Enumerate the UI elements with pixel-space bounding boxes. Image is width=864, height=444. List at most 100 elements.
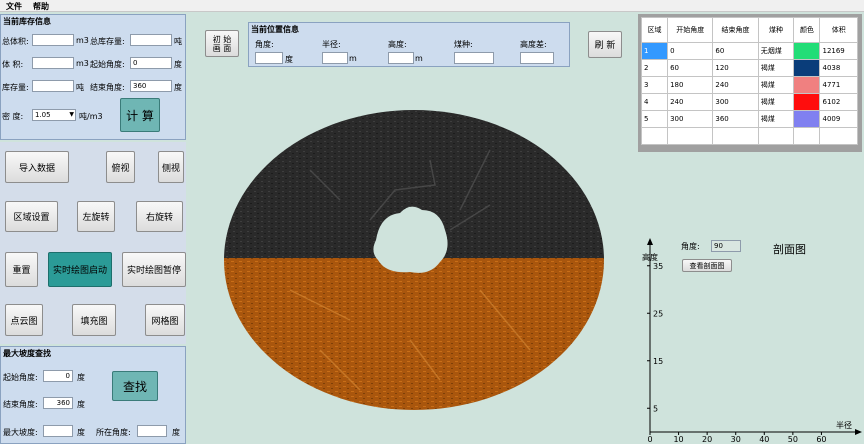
slope-end-unit: 度 bbox=[77, 400, 85, 409]
position-angle-label: 角度: bbox=[255, 40, 274, 49]
start-angle-field[interactable]: 0 bbox=[130, 57, 172, 69]
table-cell-empty bbox=[819, 127, 858, 145]
rotate-left-button[interactable]: 左旋转 bbox=[77, 201, 115, 232]
menu-file[interactable]: 文件 bbox=[6, 1, 22, 12]
y-axis-arrow-icon bbox=[647, 238, 653, 245]
table-cell-start: 240 bbox=[667, 93, 714, 111]
table-cell-coal: 褐煤 bbox=[757, 76, 795, 94]
table-cell-color bbox=[793, 42, 821, 60]
end-angle-field[interactable]: 360 bbox=[130, 80, 172, 92]
calculate-button[interactable]: 计 算 bbox=[120, 98, 160, 132]
chevron-down-icon: ▼ bbox=[69, 111, 74, 118]
menu-help[interactable]: 帮助 bbox=[33, 1, 49, 12]
region-settings-button[interactable]: 区域设置 bbox=[5, 201, 58, 232]
position-height-label: 高度: bbox=[388, 40, 407, 49]
position-angle-unit: 度 bbox=[285, 55, 293, 64]
height-diff-field[interactable] bbox=[520, 52, 554, 64]
table-row[interactable]: 1 0 60 无烟煤 12169 bbox=[640, 42, 858, 60]
position-height-field[interactable] bbox=[388, 52, 414, 64]
table-cell-id: 4 bbox=[640, 93, 669, 111]
table-cell-empty bbox=[667, 127, 714, 145]
max-slope-unit: 度 bbox=[77, 428, 85, 437]
realtime-start-button[interactable]: 实时绘图启动 bbox=[48, 252, 112, 287]
slope-start-field[interactable]: 0 bbox=[43, 370, 73, 382]
col-color: 颜色 bbox=[793, 17, 821, 43]
table-cell-end: 300 bbox=[712, 93, 759, 111]
reset-button[interactable]: 重置 bbox=[5, 252, 38, 287]
rotate-right-button[interactable]: 右旋转 bbox=[136, 201, 183, 232]
at-angle-field[interactable] bbox=[137, 425, 167, 437]
slope-start-label: 起始角度: bbox=[3, 373, 38, 382]
table-cell-empty bbox=[793, 127, 821, 145]
table-cell-id: 2 bbox=[640, 59, 669, 77]
y-tick-label: 15 bbox=[653, 357, 663, 366]
x-tick-label: 20 bbox=[702, 435, 712, 444]
point-cloud-button[interactable]: 点云图 bbox=[5, 304, 43, 336]
position-height-unit: m bbox=[415, 54, 423, 63]
table-row[interactable]: 2 60 120 褐煤 4038 bbox=[640, 59, 858, 77]
initial-view-button[interactable]: 初 始 画 面 bbox=[205, 30, 239, 57]
slope-end-label: 结束角度: bbox=[3, 400, 38, 409]
table-cell-id: 3 bbox=[640, 76, 669, 94]
total-stock-field[interactable] bbox=[130, 34, 172, 46]
realtime-pause-button[interactable]: 实时绘图暂停 bbox=[122, 252, 186, 287]
table-cell-end: 60 bbox=[712, 42, 759, 60]
table-row[interactable]: 4 240 300 褐煤 6102 bbox=[640, 93, 858, 111]
stock-unit: 吨 bbox=[76, 83, 84, 92]
slope-start-unit: 度 bbox=[77, 373, 85, 382]
col-volume: 体积 bbox=[819, 17, 858, 43]
height-diff-label: 高度差: bbox=[520, 40, 547, 49]
table-cell-empty bbox=[757, 127, 795, 145]
stock-field[interactable] bbox=[32, 80, 74, 92]
volume-field[interactable] bbox=[32, 57, 74, 69]
position-coal-label: 煤种: bbox=[454, 40, 473, 49]
y-tick-label: 5 bbox=[653, 404, 658, 413]
coal-yard-view[interactable] bbox=[190, 90, 636, 444]
table-cell-empty bbox=[712, 127, 759, 145]
total-volume-unit: m3 bbox=[76, 36, 89, 45]
density-select[interactable]: 1.05 ▼ bbox=[32, 109, 76, 121]
current-position-title: 当前位置信息 bbox=[251, 25, 299, 34]
volume-label: 体 积: bbox=[2, 60, 24, 69]
end-angle-unit: 度 bbox=[174, 83, 182, 92]
storage-info-title: 当前库存信息 bbox=[3, 17, 51, 26]
table-cell-start: 300 bbox=[667, 110, 714, 128]
x-tick-label: 40 bbox=[759, 435, 769, 444]
position-radius-field[interactable] bbox=[322, 52, 348, 64]
find-slope-button[interactable]: 查找 bbox=[112, 371, 158, 401]
refresh-button[interactable]: 刷 新 bbox=[588, 31, 622, 58]
mesh-view-button[interactable]: 网格图 bbox=[145, 304, 185, 336]
col-region: 区域 bbox=[640, 17, 669, 43]
total-stock-label: 总库存量: bbox=[90, 37, 125, 46]
side-view-button[interactable]: 侧视 bbox=[158, 151, 184, 183]
max-slope-field[interactable] bbox=[43, 425, 73, 437]
y-axis-label: 高度 bbox=[642, 252, 658, 262]
table-cell-coal: 褐煤 bbox=[757, 59, 795, 77]
position-coal-field[interactable] bbox=[454, 52, 494, 64]
table-cell-empty bbox=[640, 127, 669, 145]
table-cell-id: 1 bbox=[640, 42, 669, 60]
top-view-button[interactable]: 俯视 bbox=[106, 151, 135, 183]
slope-end-field[interactable]: 360 bbox=[43, 397, 73, 409]
max-slope-title: 最大坡度查找 bbox=[3, 349, 51, 358]
region-table-header: 区域 开始角度 结束角度 煤种 颜色 体积 bbox=[640, 17, 858, 43]
table-cell-coal: 褐煤 bbox=[757, 93, 795, 111]
table-row[interactable]: 3 180 240 褐煤 4771 bbox=[640, 76, 858, 94]
position-angle-field[interactable] bbox=[255, 52, 283, 64]
start-angle-unit: 度 bbox=[174, 60, 182, 69]
table-cell-start: 60 bbox=[667, 59, 714, 77]
total-volume-label: 总体积: bbox=[2, 37, 29, 46]
at-angle-unit: 度 bbox=[172, 428, 180, 437]
import-data-button[interactable]: 导入数据 bbox=[5, 151, 69, 183]
fill-view-button[interactable]: 填充图 bbox=[72, 304, 116, 336]
view-controls-panel: 导入数据 俯视 侧视 区域设置 左旋转 右旋转 重置 实时绘图启动 实时绘图暂停… bbox=[0, 142, 186, 344]
table-cell-volume: 12169 bbox=[819, 42, 858, 60]
table-cell-volume: 4009 bbox=[819, 110, 858, 128]
stock-label: 库存量: bbox=[2, 83, 29, 92]
menu-bar: 文件 帮助 bbox=[0, 0, 864, 12]
table-row[interactable]: 5 300 360 褐煤 4009 bbox=[640, 110, 858, 128]
col-start-angle: 开始角度 bbox=[667, 17, 714, 43]
total-volume-field[interactable] bbox=[32, 34, 74, 46]
end-angle-label: 结束角度: bbox=[90, 83, 125, 92]
table-row-empty[interactable] bbox=[640, 127, 858, 145]
